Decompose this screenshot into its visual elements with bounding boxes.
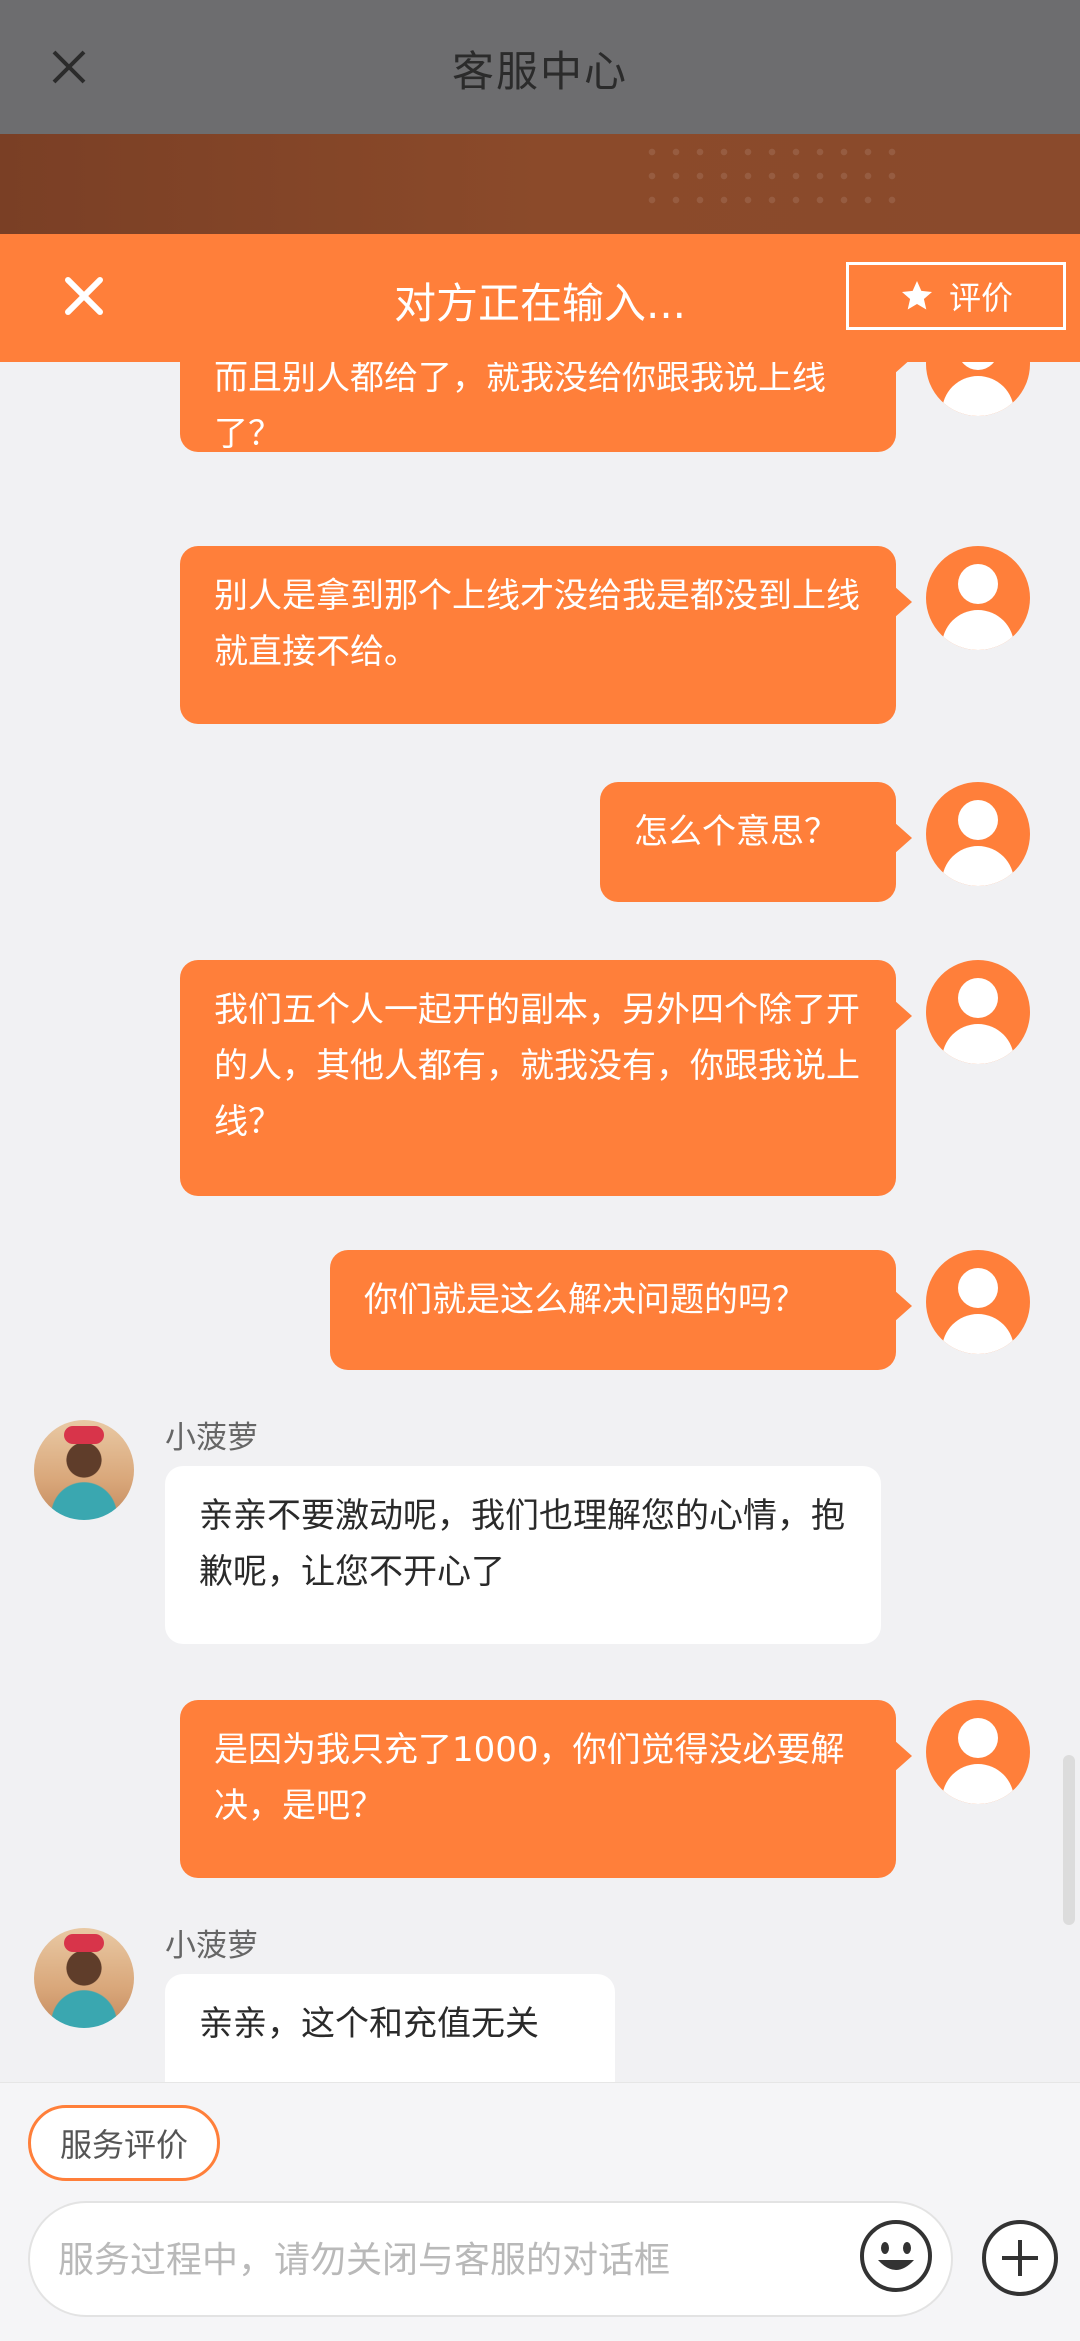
app-bar: 客服中心 — [0, 0, 1080, 134]
message-text: 亲亲不要激动呢，我们也理解您的心情，抱歉呢，让您不开心了 — [199, 1496, 845, 1592]
banner-decoration — [640, 140, 900, 220]
message-text: 而且别人都给了，就我没给你跟我说上线了？ — [214, 362, 826, 454]
agent-avatar — [34, 1928, 134, 2028]
message-bubble-out: 是因为我只充了1000，你们觉得没必要解决，是吧？ — [180, 1700, 912, 1878]
user-avatar-icon — [926, 362, 1030, 416]
message-bubble-in: 亲亲不要激动呢，我们也理解您的心情，抱歉呢，让您不开心了 — [165, 1466, 881, 1644]
banner-strip — [0, 134, 1080, 234]
user-avatar-icon — [926, 782, 1030, 886]
message-list[interactable]: 而且别人都给了，就我没给你跟我说上线了？ 别人是拿到那个上线才没给我是都没到上线… — [0, 362, 1080, 2082]
message-input[interactable] — [56, 2229, 820, 2291]
message-text: 别人是拿到那个上线才没给我是都没到上线就直接不给。 — [214, 576, 860, 672]
page-title: 客服中心 — [451, 47, 628, 96]
rate-button[interactable]: 评价 — [846, 262, 1066, 330]
scrollbar[interactable] — [1063, 1755, 1075, 1925]
user-avatar-icon — [926, 1250, 1030, 1354]
message-input-container[interactable] — [28, 2201, 953, 2317]
user-avatar-icon — [926, 960, 1030, 1064]
message-text: 亲亲，这个和充值无关 — [199, 2004, 539, 2044]
message-bubble-out: 别人是拿到那个上线才没给我是都没到上线就直接不给。 — [180, 546, 912, 724]
message-bubble-out: 我们五个人一起开的副本，另外四个除了开的人，其他人都有，就我没有，你跟我说上线？ — [180, 960, 912, 1196]
agent-name: 小菠萝 — [165, 1928, 258, 1964]
message-text: 怎么个意思？ — [634, 812, 838, 852]
rate-label: 评价 — [948, 279, 1013, 317]
message-bubble-in: 亲亲，这个和充值无关 — [165, 1974, 615, 2082]
message-bubble-out: 而且别人都给了，就我没给你跟我说上线了？ — [180, 362, 912, 454]
message-text: 我们五个人一起开的副本，另外四个除了开的人，其他人都有，就我没有，你跟我说上线？ — [214, 990, 860, 1142]
user-avatar-icon — [926, 546, 1030, 650]
message-bubble-out: 怎么个意思？ — [600, 782, 912, 902]
message-text: 是因为我只充了1000，你们觉得没必要解决，是吧？ — [214, 1730, 845, 1826]
agent-name: 小菠萝 — [165, 1420, 258, 1456]
user-avatar-icon — [926, 1700, 1030, 1804]
emoji-icon[interactable] — [858, 2218, 934, 2294]
bottom-bar: 服务评价 — [0, 2082, 1080, 2341]
agent-avatar — [34, 1420, 134, 1520]
message-bubble-out: 你们就是这么解决问题的吗？ — [330, 1250, 912, 1370]
star-icon — [901, 281, 932, 310]
chat-header: 对方正在输入... 评价 — [0, 234, 1080, 362]
service-rate-button[interactable]: 服务评价 — [28, 2105, 220, 2181]
message-text: 你们就是这么解决问题的吗？ — [364, 1280, 806, 1320]
plus-icon[interactable] — [980, 2218, 1060, 2298]
